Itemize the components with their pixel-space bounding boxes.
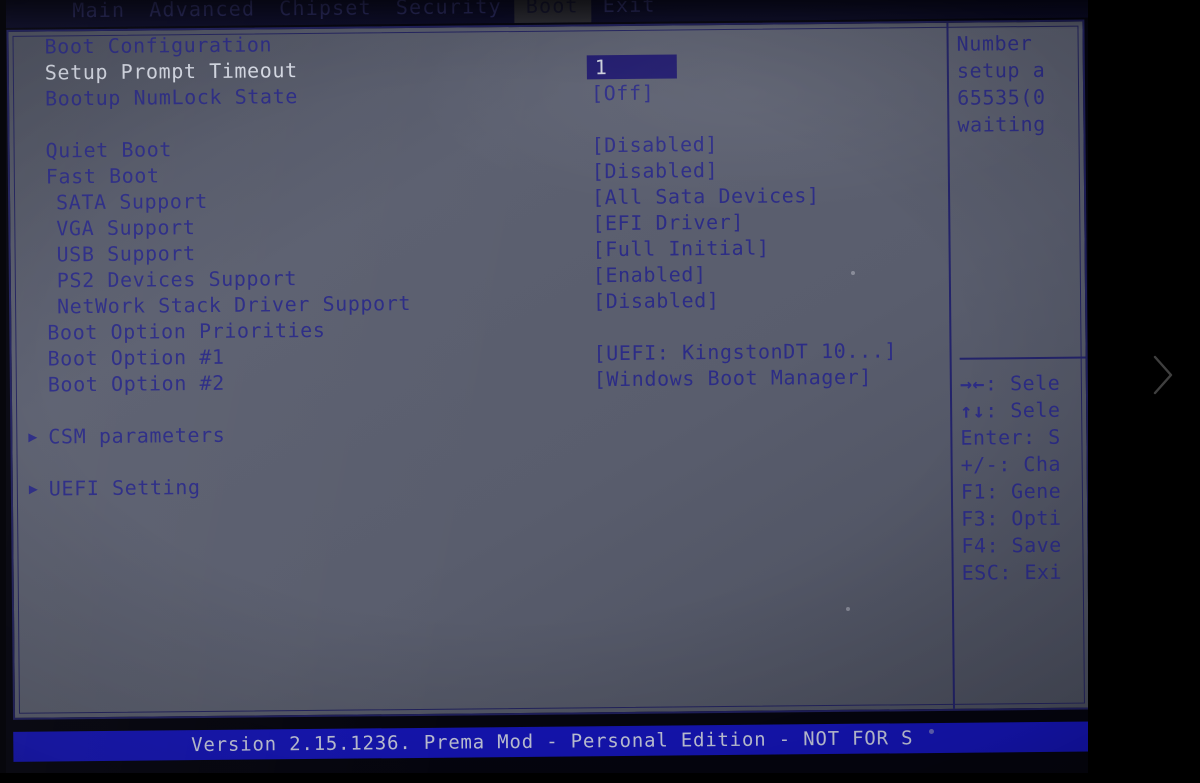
row-label: Quiet Boot (45, 137, 173, 163)
bios-photo: Main Advanced Chipset Security Boot Exit… (0, 0, 1200, 783)
menu-tab-exit[interactable]: Exit (591, 0, 668, 22)
bootup-numlock-state-value[interactable]: [Off] (591, 80, 654, 107)
help-line: Number (956, 31, 1033, 56)
section-title: Boot Configuration (44, 32, 273, 59)
fast-boot-value[interactable]: [Disabled] (592, 157, 719, 184)
row-label: Boot Option #1 (47, 344, 225, 371)
letterbox-bottom (0, 773, 1200, 783)
vga-support-value[interactable]: [EFI Driver] (592, 209, 744, 236)
usb-support-value[interactable]: [Full Initial] (592, 235, 769, 263)
help-line: waiting (957, 111, 1047, 137)
bios-screen-wrapper: Main Advanced Chipset Security Boot Exit… (0, 0, 1102, 783)
row-label: VGA Support (56, 215, 196, 241)
menu-tab-main[interactable]: Main (60, 0, 137, 27)
settings-list: Boot Configuration Setup Prompt Timeout … (18, 25, 945, 720)
menu-tab-advanced[interactable]: Advanced (137, 0, 267, 26)
hotkey-plus-minus: +/-: Cha (961, 450, 1091, 478)
quiet-boot-value[interactable]: [Disabled] (591, 131, 718, 158)
hotkey-f4: F4: Save (961, 531, 1091, 559)
triangle-right-icon: ▶ (28, 427, 39, 446)
row-label: NetWork Stack Driver Support (56, 291, 412, 319)
photo-speck (851, 271, 855, 275)
arrow-left-right-icon: →← (959, 371, 986, 396)
boot-option-2-value[interactable]: [Windows Boot Manager] (594, 364, 872, 393)
boot-option-priorities-title: Boot Option Priorities (47, 317, 326, 345)
hotkey-f1: F1: Gene (961, 477, 1091, 505)
hotkey-select-screen: →←: Sele (960, 369, 1091, 397)
photo-speck (846, 607, 850, 611)
arrow-up-down-icon: ↑↓ (960, 398, 986, 423)
hotkey-text: Enter: S (960, 424, 1061, 450)
bios-main-panel: Boot Configuration Setup Prompt Timeout … (6, 19, 1092, 720)
hotkey-text: F3: Opti (961, 505, 1062, 531)
hotkey-text: F4: Save (961, 532, 1062, 558)
row-label: USB Support (56, 241, 196, 267)
ps2-devices-support-value[interactable]: [Enabled] (593, 261, 707, 288)
hotkey-select-item: ↑↓: Sele (960, 396, 1091, 424)
letterbox-left (0, 0, 6, 783)
row-label: PS2 Devices Support (56, 266, 298, 293)
hotkey-enter: Enter: S (960, 423, 1091, 451)
triangle-right-icon: ▶ (28, 479, 39, 498)
row-label: Boot Option #2 (47, 370, 225, 397)
menu-tab-chipset[interactable]: Chipset (267, 0, 384, 25)
row-label: UEFI Setting (48, 475, 201, 501)
hotkey-text: F1: Gene (960, 478, 1062, 504)
hotkey-f3: F3: Opti (961, 504, 1091, 532)
row-label: Bootup NumLock State (44, 84, 299, 111)
sata-support-value[interactable]: [All Sata Devices] (592, 182, 820, 210)
photo-speck (929, 729, 934, 734)
hotkey-esc: ESC: Exi (962, 558, 1091, 586)
hotkey-text: : Sele (985, 397, 1061, 423)
network-stack-driver-support-value[interactable]: [Disabled] (593, 287, 720, 314)
hotkey-legend: →←: Sele ↑↓: Sele Enter: S +/-: Cha F1: … (960, 369, 1091, 586)
hotkey-text: ESC: Exi (961, 559, 1063, 585)
letterbox-right (1088, 0, 1200, 783)
row-label: Fast Boot (45, 163, 160, 189)
bios-footer-version: Version 2.15.1236. Prema Mod - Personal … (13, 721, 1092, 762)
hotkey-text: : Sele (984, 370, 1061, 396)
menu-tab-boot[interactable]: Boot (513, 0, 591, 23)
help-line: setup a (956, 57, 1046, 83)
menu-tab-security[interactable]: Security (384, 0, 514, 24)
row-label: CSM parameters (48, 422, 226, 449)
boot-option-1-value[interactable]: [UEFI: KingstonDT 10...] (593, 337, 897, 366)
hotkey-text: +/-: Cha (960, 451, 1062, 477)
row-label: SATA Support (55, 188, 208, 215)
bios-screen: Main Advanced Chipset Security Boot Exit… (0, 0, 1102, 783)
help-line: 65535(0 (957, 84, 1046, 110)
setup-prompt-timeout-input[interactable]: 1 (586, 54, 677, 80)
row-label: Setup Prompt Timeout (44, 58, 298, 85)
chevron-right-icon[interactable] (1148, 352, 1178, 398)
